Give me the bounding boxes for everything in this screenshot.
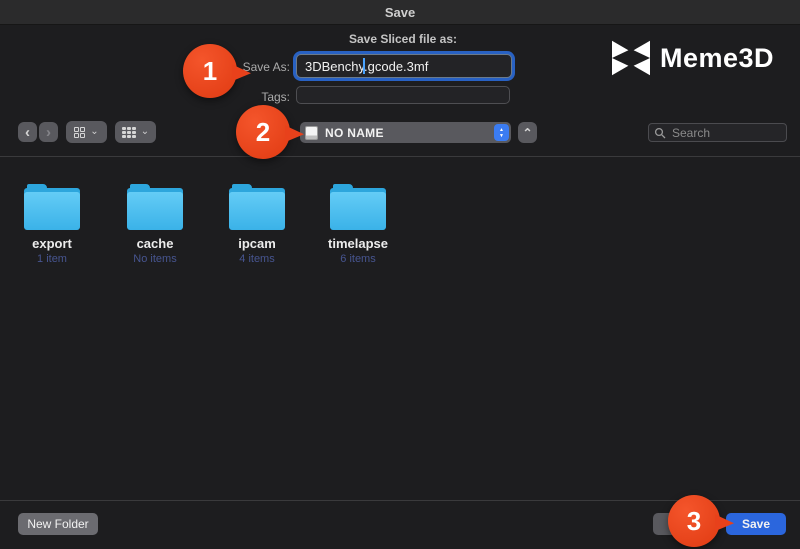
new-folder-button[interactable]: New Folder <box>18 513 98 535</box>
search-icon <box>654 127 666 138</box>
brand-name: Meme3D <box>660 42 775 73</box>
folder-item-count: 1 item <box>37 253 67 265</box>
folder-item-export[interactable]: export 1 item <box>6 184 98 265</box>
annotation-marker-2: 2 <box>236 105 304 159</box>
folder-item-count: 6 items <box>340 253 376 265</box>
folder-item-timelapse[interactable]: timelapse 6 items <box>312 184 404 265</box>
forward-icon: › <box>46 123 51 141</box>
folder-item-count: 4 items <box>239 253 275 265</box>
forward-button[interactable]: › <box>39 122 58 142</box>
annotation-marker-3: 3 <box>668 495 734 547</box>
collapse-button[interactable]: ⌃ <box>518 122 537 143</box>
filename-input[interactable] <box>297 55 511 77</box>
tags-input[interactable] <box>296 86 510 104</box>
grid-view-icon <box>74 126 86 138</box>
disk-icon <box>305 125 318 140</box>
folder-name: ipcam <box>238 236 276 251</box>
folder-name: cache <box>136 236 174 251</box>
chevron-down-icon: ⌄ <box>140 126 150 137</box>
back-icon: ‹ <box>25 123 30 141</box>
annotation-number: 3 <box>686 505 702 536</box>
group-view-icon <box>121 126 136 138</box>
group-view-button[interactable]: ⌄ <box>115 121 156 143</box>
back-button[interactable]: ‹ <box>18 122 37 142</box>
save-prompt: Save Sliced file as: <box>348 32 458 46</box>
save-button[interactable]: Save <box>726 513 786 535</box>
meme3d-logo-icon <box>612 40 650 76</box>
window-title: Save <box>384 4 416 20</box>
search-field <box>648 123 787 142</box>
folder-name: export <box>32 236 72 251</box>
icon-view-button[interactable]: ⌄ <box>66 121 107 143</box>
stepper-down-icon: ▼ <box>499 132 504 139</box>
annotation-number: 1 <box>202 55 218 86</box>
folder-icon <box>330 184 386 230</box>
brand-logo: Meme3D <box>612 40 774 76</box>
folder-icon <box>127 184 183 230</box>
location-label: NO NAME <box>325 125 384 140</box>
annotation-marker-1: 1 <box>183 44 251 98</box>
chevron-down-icon: ⌄ <box>90 126 99 137</box>
folder-icon <box>229 184 285 230</box>
filename-field <box>296 54 512 78</box>
location-dropdown[interactable]: NO NAME ▲ ▼ <box>300 122 511 143</box>
chevron-up-icon: ⌃ <box>522 125 533 140</box>
search-input[interactable] <box>670 124 784 141</box>
toolbar-divider <box>0 156 800 157</box>
annotation-number: 2 <box>255 116 271 147</box>
text-caret <box>363 58 365 74</box>
stepper-icon: ▲ ▼ <box>494 124 509 141</box>
folder-name: timelapse <box>328 236 388 251</box>
folder-item-ipcam[interactable]: ipcam 4 items <box>211 184 303 265</box>
folder-item-cache[interactable]: cache No items <box>109 184 201 265</box>
folder-icon <box>24 184 80 230</box>
save-dialog: Save Save Sliced file as: Save As: Tags:… <box>0 0 800 549</box>
titlebar: Save <box>0 0 800 25</box>
folder-item-count: No items <box>133 253 177 265</box>
